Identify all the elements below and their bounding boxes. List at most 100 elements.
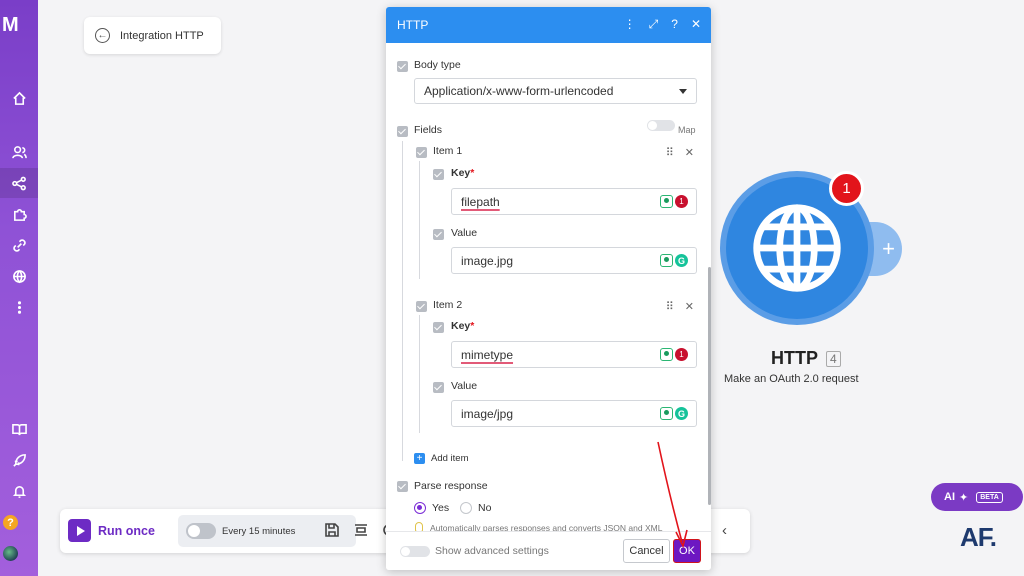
body-type-label: Body type <box>414 59 461 71</box>
item-1-key-checkbox[interactable] <box>433 169 444 180</box>
kebab-menu-icon[interactable]: ⋮ <box>624 17 636 32</box>
bulb-extension-icon[interactable] <box>660 407 673 420</box>
drag-handle-icon[interactable]: ⠿ <box>666 300 674 313</box>
parse-no-label: No <box>478 502 492 514</box>
scenario-title-chip: ← Integration HTTP <box>84 17 221 54</box>
item-1-value-input[interactable]: image.jpg G <box>451 247 697 274</box>
map-toggle[interactable] <box>647 120 675 131</box>
item-2-checkbox[interactable] <box>416 301 427 312</box>
item-2-key-checkbox[interactable] <box>433 322 444 333</box>
grammarly-icon[interactable]: G <box>675 407 688 420</box>
fields-tree-line <box>402 141 403 461</box>
item-2-key-value: mimetype <box>461 347 514 362</box>
input-extensions: G <box>660 254 688 267</box>
help-question-icon[interactable]: ? <box>671 17 678 32</box>
home-icon[interactable] <box>0 83 38 113</box>
fields-checkbox[interactable] <box>397 126 408 137</box>
input-extensions: 1 <box>660 195 688 208</box>
item-1-checkbox[interactable] <box>416 147 427 158</box>
grammar-count-badge[interactable]: 1 <box>675 195 688 208</box>
advanced-settings-toggle[interactable] <box>400 546 430 557</box>
cancel-button[interactable]: Cancel <box>623 539 670 563</box>
bulb-extension-icon[interactable] <box>660 348 673 361</box>
close-icon[interactable]: ✕ <box>691 17 701 32</box>
dialog-scrollbar[interactable] <box>708 267 711 505</box>
parse-yes-radio[interactable] <box>414 502 426 514</box>
avatar[interactable] <box>3 546 18 561</box>
schedule-label: Every 15 minutes <box>222 525 296 537</box>
remove-item-icon[interactable]: ✕ <box>685 146 694 159</box>
add-item-button[interactable]: + Add item <box>414 453 469 464</box>
module-subtitle: Make an OAuth 2.0 request <box>724 373 859 385</box>
scenario-title[interactable]: Integration HTTP <box>120 30 204 42</box>
bulb-extension-icon[interactable] <box>660 195 673 208</box>
ai-label: AI <box>944 491 955 503</box>
module-name: HTTP <box>771 348 818 368</box>
af-brand-logo: AF. <box>960 522 997 552</box>
item-2-value-checkbox[interactable] <box>433 382 444 393</box>
item-2-line <box>419 315 420 433</box>
sparkle-icon: ✦ <box>959 491 969 504</box>
make-logo[interactable]: M <box>2 14 19 37</box>
rocket-icon[interactable] <box>0 445 38 475</box>
module-number: 4 <box>826 350 841 367</box>
scenarios-icon[interactable] <box>0 168 38 198</box>
http-module-dialog: HTTP ⋮ ⤢ ? ✕ Body type Application/x-www… <box>386 7 711 570</box>
item-2-label: Item 2 <box>433 299 463 311</box>
beta-badge: BETA <box>976 491 1003 503</box>
schedule-toggle[interactable] <box>186 523 216 539</box>
grammar-count-badge[interactable]: 1 <box>675 348 688 361</box>
back-arrow-icon[interactable]: ← <box>95 28 110 43</box>
run-once-button[interactable]: Run once <box>68 519 155 542</box>
bell-icon[interactable] <box>0 476 38 506</box>
item-1-tools: ⠿ ✕ <box>666 146 694 159</box>
item-1-key-value: filepath <box>461 194 500 209</box>
team-icon[interactable] <box>0 137 38 167</box>
grammarly-icon[interactable]: G <box>675 254 688 267</box>
item-2-key-input[interactable]: mimetype 1 <box>451 341 697 368</box>
ok-button[interactable]: OK <box>673 539 701 563</box>
input-extensions: 1 <box>660 348 688 361</box>
docs-icon[interactable] <box>0 414 38 444</box>
parse-no-radio[interactable] <box>460 502 472 514</box>
item-1-value-value: image.jpg <box>461 253 514 268</box>
fields-label: Fields <box>414 124 443 136</box>
help-icon[interactable]: ? <box>3 515 18 530</box>
item-2-value-input[interactable]: image/jpg G <box>451 400 697 427</box>
parse-response-label: Parse response <box>414 480 488 492</box>
more-icon[interactable] <box>0 292 38 322</box>
connections-icon[interactable] <box>0 230 38 260</box>
collapse-chevron-icon[interactable]: ‹ <box>722 522 727 539</box>
align-icon[interactable] <box>354 523 368 537</box>
remove-item-icon[interactable]: ✕ <box>685 300 694 313</box>
item-1-value-checkbox[interactable] <box>433 229 444 240</box>
input-extensions: G <box>660 407 688 420</box>
dialog-body: Body type Application/x-www-form-urlenco… <box>386 43 711 533</box>
save-icon[interactable] <box>325 523 339 537</box>
left-sidebar: M ? <box>0 0 38 576</box>
dialog-title: HTTP <box>397 18 429 32</box>
bulb-extension-icon[interactable] <box>660 254 673 267</box>
module-title: HTTP 4 <box>771 348 841 369</box>
body-type-select[interactable]: Application/x-www-form-urlencoded <box>414 78 697 104</box>
parse-response-checkbox[interactable] <box>397 481 408 492</box>
item-2-tools: ⠿ ✕ <box>666 300 694 313</box>
advanced-settings-label: Show advanced settings <box>435 545 549 557</box>
ai-assistant-button[interactable]: AI ✦ BETA <box>931 483 1023 511</box>
body-type-checkbox[interactable] <box>397 61 408 72</box>
apps-icon[interactable] <box>0 199 38 229</box>
dialog-header: HTTP ⋮ ⤢ ? ✕ <box>386 7 711 43</box>
expand-icon[interactable]: ⤢ <box>649 17 659 32</box>
item-1-label: Item 1 <box>433 145 463 157</box>
item-1-line <box>419 161 420 279</box>
item-2-key-label: Key* <box>451 320 475 332</box>
map-label: Map <box>678 125 696 135</box>
item-2-value-value: image/jpg <box>461 406 514 421</box>
plus-icon: + <box>414 453 425 464</box>
drag-handle-icon[interactable]: ⠿ <box>666 146 674 159</box>
item-1-key-label: Key* <box>451 167 475 179</box>
parse-yes-label: Yes <box>432 502 450 514</box>
item-1-key-input[interactable]: filepath 1 <box>451 188 697 215</box>
webhooks-icon[interactable] <box>0 261 38 291</box>
item-1-value-label: Value <box>451 227 478 239</box>
